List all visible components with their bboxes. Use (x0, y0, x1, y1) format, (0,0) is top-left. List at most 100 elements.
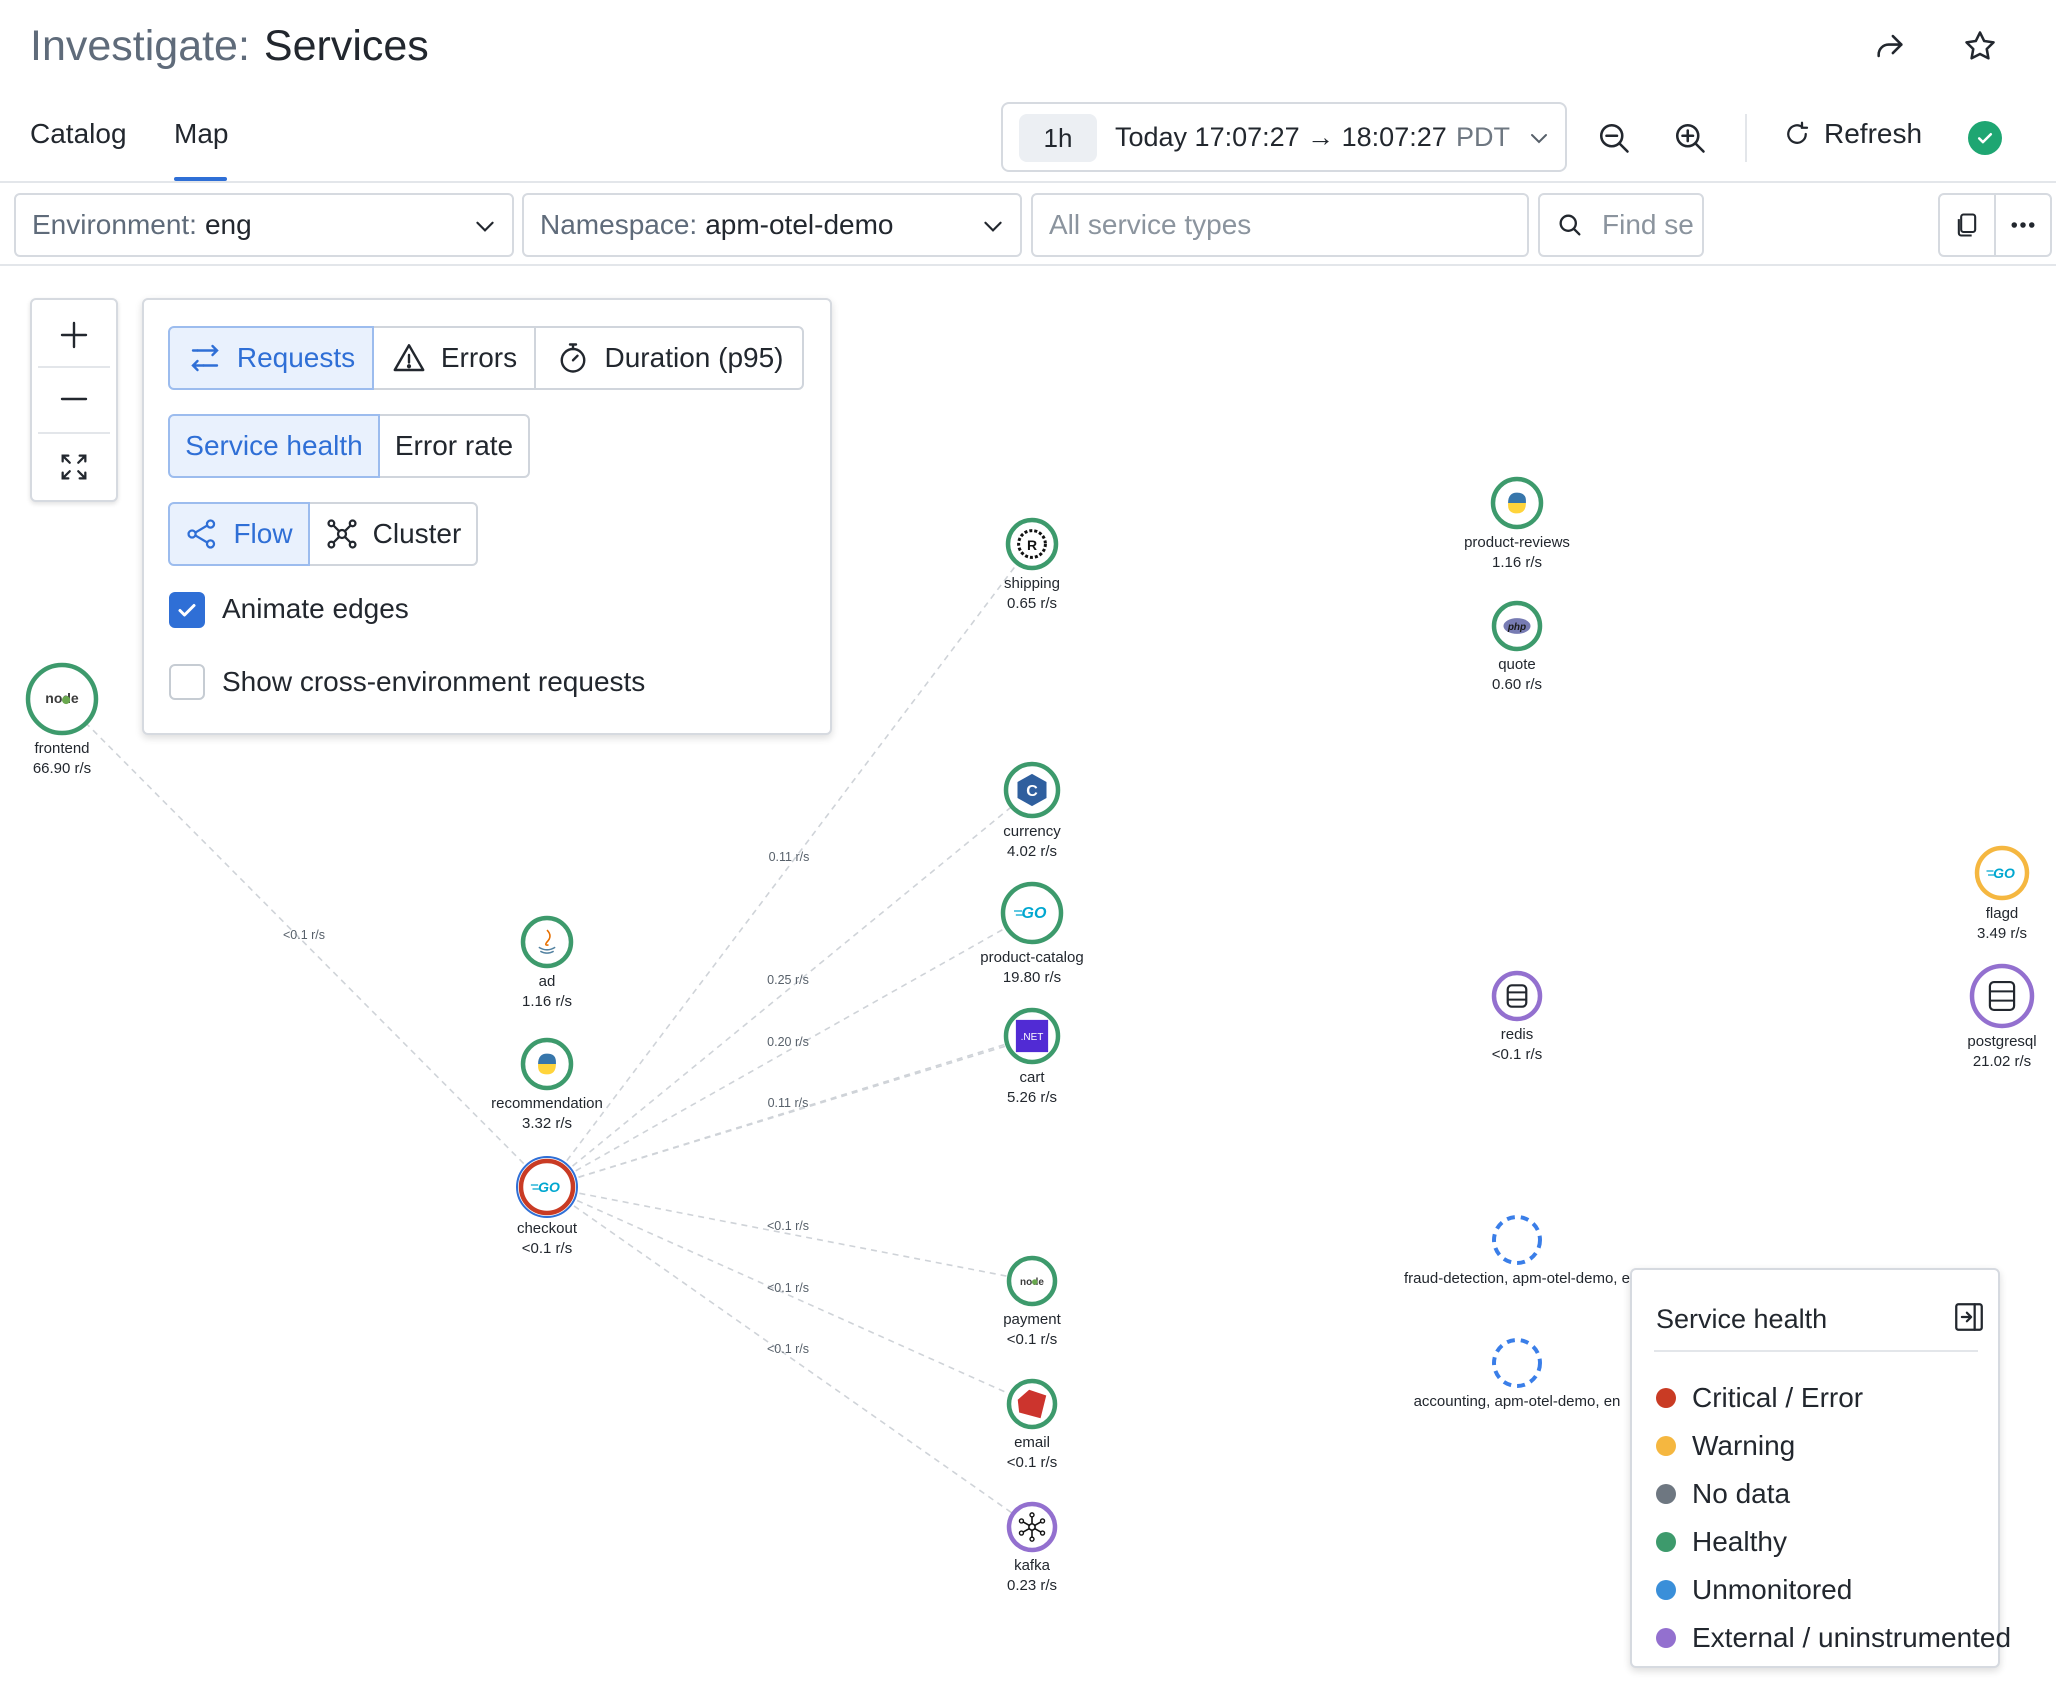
service-ring (1492, 1215, 1542, 1265)
legend-divider (1654, 1350, 1978, 1352)
map-zoom-controls (30, 298, 118, 502)
service-node-product-catalog[interactable]: GO product-catalog 19.80 r/s (980, 881, 1084, 986)
check-icon (178, 604, 196, 617)
map-fit-view-button[interactable] (32, 436, 116, 498)
namespace-select[interactable]: Namespace: apm-otel-demo (522, 193, 1022, 257)
service-name: kafka (1014, 1557, 1051, 1574)
metric-duration-button[interactable]: Duration (p95) (534, 326, 804, 390)
more-options-button[interactable] (1994, 193, 2052, 257)
legend-dot (1656, 1532, 1676, 1552)
color-service-health-button[interactable]: Service health (168, 414, 380, 478)
toolbar-divider (1745, 114, 1747, 162)
service-node-cart[interactable]: .NET cart 5.26 r/s (1003, 1007, 1061, 1106)
tab-catalog[interactable]: Catalog (30, 118, 127, 150)
legend-item-healthy: Healthy (1656, 1526, 1787, 1558)
warning-triangle-icon (393, 344, 425, 372)
cross-env-label[interactable]: Show cross-environment requests (222, 666, 645, 698)
environment-select[interactable]: Environment: eng (14, 193, 514, 257)
page-title: Investigate: Services (30, 16, 429, 76)
service-node-product-reviews[interactable]: product-reviews 1.16 r/s (1464, 476, 1570, 571)
service-rate: 0.65 r/s (1007, 595, 1057, 612)
service-edge[interactable] (546, 1186, 1033, 1528)
service-name: product-reviews (1464, 534, 1570, 551)
service-node-kafka[interactable]: kafka 0.23 r/s (1006, 1501, 1058, 1594)
metric-errors-button[interactable]: Errors (372, 326, 536, 390)
legend-item-critical: Critical / Error (1656, 1382, 1863, 1414)
service-edge[interactable] (546, 1035, 1033, 1188)
zoom-out-time-button[interactable] (1586, 110, 1642, 166)
arrows-exchange-icon (191, 344, 219, 372)
favorite-button[interactable] (1952, 18, 2008, 74)
service-node-accounting[interactable]: accounting, apm-otel-demo, en (1414, 1338, 1621, 1410)
service-types-select[interactable]: All service types (1031, 193, 1529, 257)
share-icon (1877, 34, 1903, 58)
filter-divider (0, 264, 2056, 266)
legend-dot (1656, 1580, 1676, 1600)
service-edge[interactable] (546, 1186, 1033, 1282)
time-preset[interactable]: 1h (1019, 114, 1097, 162)
service-node-flagd[interactable]: GO flagd 3.49 r/s (1974, 845, 2030, 942)
service-edge[interactable] (546, 1037, 1033, 1188)
service-name: redis (1501, 1026, 1534, 1043)
map-zoom-in-button[interactable] (32, 304, 116, 366)
svg-text:php: php (1507, 622, 1526, 633)
metric-requests-button[interactable]: Requests (168, 326, 374, 390)
service-edge[interactable] (546, 789, 1033, 1188)
service-node-frontend[interactable]: node frontend 66.90 r/s (25, 662, 99, 777)
service-name: checkout (517, 1220, 578, 1237)
legend-collapse-button[interactable] (1952, 1300, 1986, 1339)
namespace-label: Namespace: (540, 209, 698, 240)
search-icon (1559, 214, 1581, 236)
layout-flow-button[interactable]: Flow (168, 502, 310, 566)
service-node-currency[interactable]: Ccurrency 4.02 r/s (1003, 761, 1061, 860)
search-input[interactable]: Find se (1538, 193, 1704, 257)
cross-env-checkbox[interactable] (169, 664, 205, 700)
refresh-button[interactable]: Refresh (1782, 118, 1922, 150)
service-node-payment[interactable]: node payment <0.1 r/s (1003, 1255, 1062, 1348)
search-placeholder: Find se (1602, 209, 1694, 240)
service-edge[interactable] (546, 912, 1033, 1188)
tab-map[interactable]: Map (174, 118, 228, 150)
service-name: fraud-detection, apm-otel-demo, e (1404, 1270, 1630, 1287)
share-button[interactable] (1862, 18, 1918, 74)
service-node-postgresql[interactable]: postgresql 21.02 r/s (1967, 963, 2037, 1070)
zoom-in-time-button[interactable] (1662, 110, 1718, 166)
service-node-quote[interactable]: php quote 0.60 r/s (1491, 600, 1543, 693)
service-edge[interactable] (546, 1186, 1033, 1405)
service-node-shipping[interactable]: Rshipping 0.65 r/s (1004, 517, 1060, 612)
color-error-rate-button[interactable]: Error rate (378, 414, 530, 478)
service-node-recommendation[interactable]: recommendation 3.32 r/s (491, 1037, 603, 1132)
zoom-out-icon (1599, 123, 1629, 153)
legend-item-external: External / uninstrumented (1656, 1622, 2011, 1654)
time-range-text: Today 17:07:27 → 18:07:27 (1115, 122, 1447, 152)
legend-item-unmonitored: Unmonitored (1656, 1574, 1852, 1606)
service-node-fraud-detection[interactable]: fraud-detection, apm-otel-demo, e (1404, 1215, 1630, 1287)
check-icon (1977, 133, 1993, 144)
legend-label: Warning (1692, 1430, 1796, 1461)
map-zoom-out-button[interactable] (32, 368, 116, 430)
cluster-icon (327, 519, 357, 549)
service-node-redis[interactable]: redis <0.1 r/s (1491, 970, 1543, 1063)
service-rate: <0.1 r/s (1007, 1454, 1057, 1471)
zoom-divider (38, 432, 110, 434)
copy-button[interactable] (1938, 193, 1996, 257)
legend-dot (1656, 1388, 1676, 1408)
environment-value: eng (204, 209, 252, 240)
legend-dot (1656, 1436, 1676, 1456)
metric-requests-label: Requests (236, 342, 356, 373)
refresh-label: Refresh (1824, 118, 1923, 149)
stopwatch-icon (560, 343, 585, 373)
time-range-picker[interactable]: 1h Today 17:07:27 → 18:07:27 PDT (1001, 102, 1567, 172)
service-edge[interactable] (61, 698, 548, 1188)
animate-edges-checkbox[interactable] (169, 592, 205, 628)
service-node-checkout[interactable]: GO checkout <0.1 r/s (516, 1156, 578, 1257)
fit-view-icon (61, 454, 87, 480)
service-node-email[interactable]: email <0.1 r/s (1006, 1378, 1058, 1471)
legend-label: Unmonitored (1692, 1574, 1853, 1605)
layout-cluster-button[interactable]: Cluster (308, 502, 478, 566)
service-node-ad[interactable]: ad 1.16 r/s (520, 915, 574, 1010)
legend-dot (1656, 1484, 1676, 1504)
animate-edges-label[interactable]: Animate edges (222, 593, 409, 625)
svg-text:GO: GO (538, 1179, 560, 1195)
svg-text:GO: GO (1993, 865, 2015, 881)
